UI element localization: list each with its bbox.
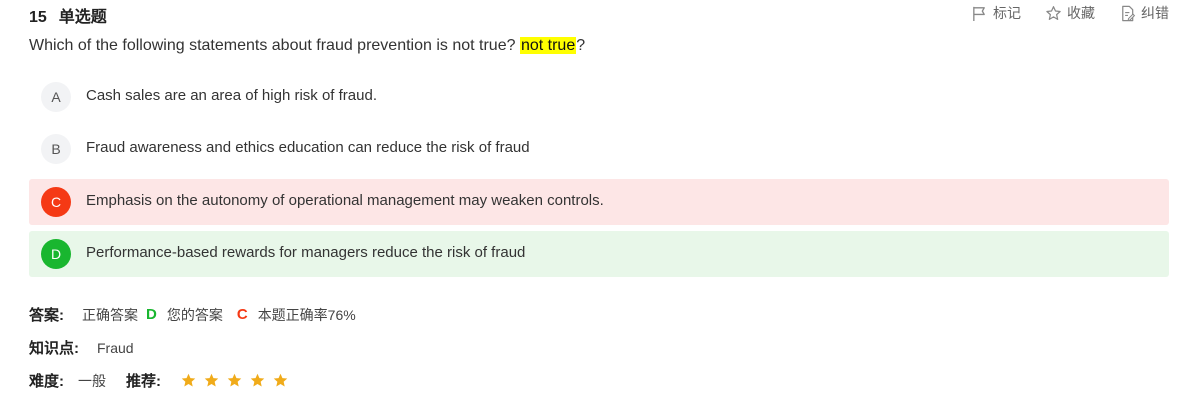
answer-label: 答案: (29, 307, 64, 324)
favorite-button[interactable]: 收藏 (1045, 3, 1095, 23)
report-error-button[interactable]: 纠错 (1119, 3, 1169, 23)
stem-text: Which of the following statements about … (29, 37, 516, 54)
option-text: Fraud awareness and ethics education can… (86, 139, 530, 156)
option-letter: A (41, 82, 71, 112)
star-icon (181, 373, 196, 387)
flag-icon (973, 6, 985, 21)
star-icon (227, 373, 242, 387)
question-title: 15 单选题 (29, 3, 107, 27)
star-icon (204, 373, 219, 387)
difficulty-value: 一般 (78, 372, 106, 389)
question-number: 15 (29, 9, 47, 26)
star-icon (273, 373, 288, 387)
recommend-label: 推荐: (126, 373, 161, 390)
option-text: Performance-based rewards for managers r… (86, 244, 526, 261)
question-stem: Which of the following statements about … (29, 37, 585, 55)
difficulty-row: 难度: 一般 推荐: (29, 370, 288, 391)
document-edit-icon (1122, 5, 1136, 21)
mark-label: 标记 (993, 5, 1021, 21)
option-d[interactable]: D Performance-based rewards for managers… (29, 231, 1169, 277)
star-outline-icon (1046, 5, 1061, 20)
your-answer-label: 您的答案 (166, 306, 223, 323)
stem-highlight: not true (519, 37, 577, 54)
correct-rate: 本题正确率76% (257, 306, 356, 323)
stem-suffix: ? (576, 37, 586, 54)
recommend-stars (181, 373, 288, 388)
correct-answer-label: 正确答案 (82, 306, 138, 323)
knowledge-label: 知识点: (29, 340, 79, 357)
question-header: 15 单选题 标记 收藏 纠错 (29, 3, 1169, 26)
favorite-label: 收藏 (1067, 5, 1095, 21)
option-text: Emphasis on the autonomy of operational … (86, 192, 604, 209)
your-answer-value: C (236, 306, 248, 323)
question-tools: 标记 收藏 纠错 (971, 3, 1169, 23)
knowledge-row: 知识点: Fraud (29, 337, 134, 358)
report-label: 纠错 (1141, 5, 1169, 21)
option-letter: D (41, 239, 71, 269)
mark-button[interactable]: 标记 (971, 3, 1021, 23)
difficulty-label: 难度: (29, 373, 64, 390)
option-letter: B (41, 134, 71, 164)
knowledge-value: Fraud (97, 339, 134, 356)
question-type: 单选题 (58, 9, 107, 26)
option-letter: C (41, 187, 71, 217)
correct-answer-value: D (146, 306, 157, 323)
option-b[interactable]: B Fraud awareness and ethics education c… (29, 126, 1169, 172)
option-c[interactable]: C Emphasis on the autonomy of operationa… (29, 179, 1169, 225)
option-a[interactable]: A Cash sales are an area of high risk of… (29, 74, 1169, 120)
option-text: Cash sales are an area of high risk of f… (86, 87, 377, 104)
star-icon (250, 373, 265, 387)
answer-row: 答案: 正确答案 D 您的答案 C 本题正确率76% (29, 304, 356, 325)
